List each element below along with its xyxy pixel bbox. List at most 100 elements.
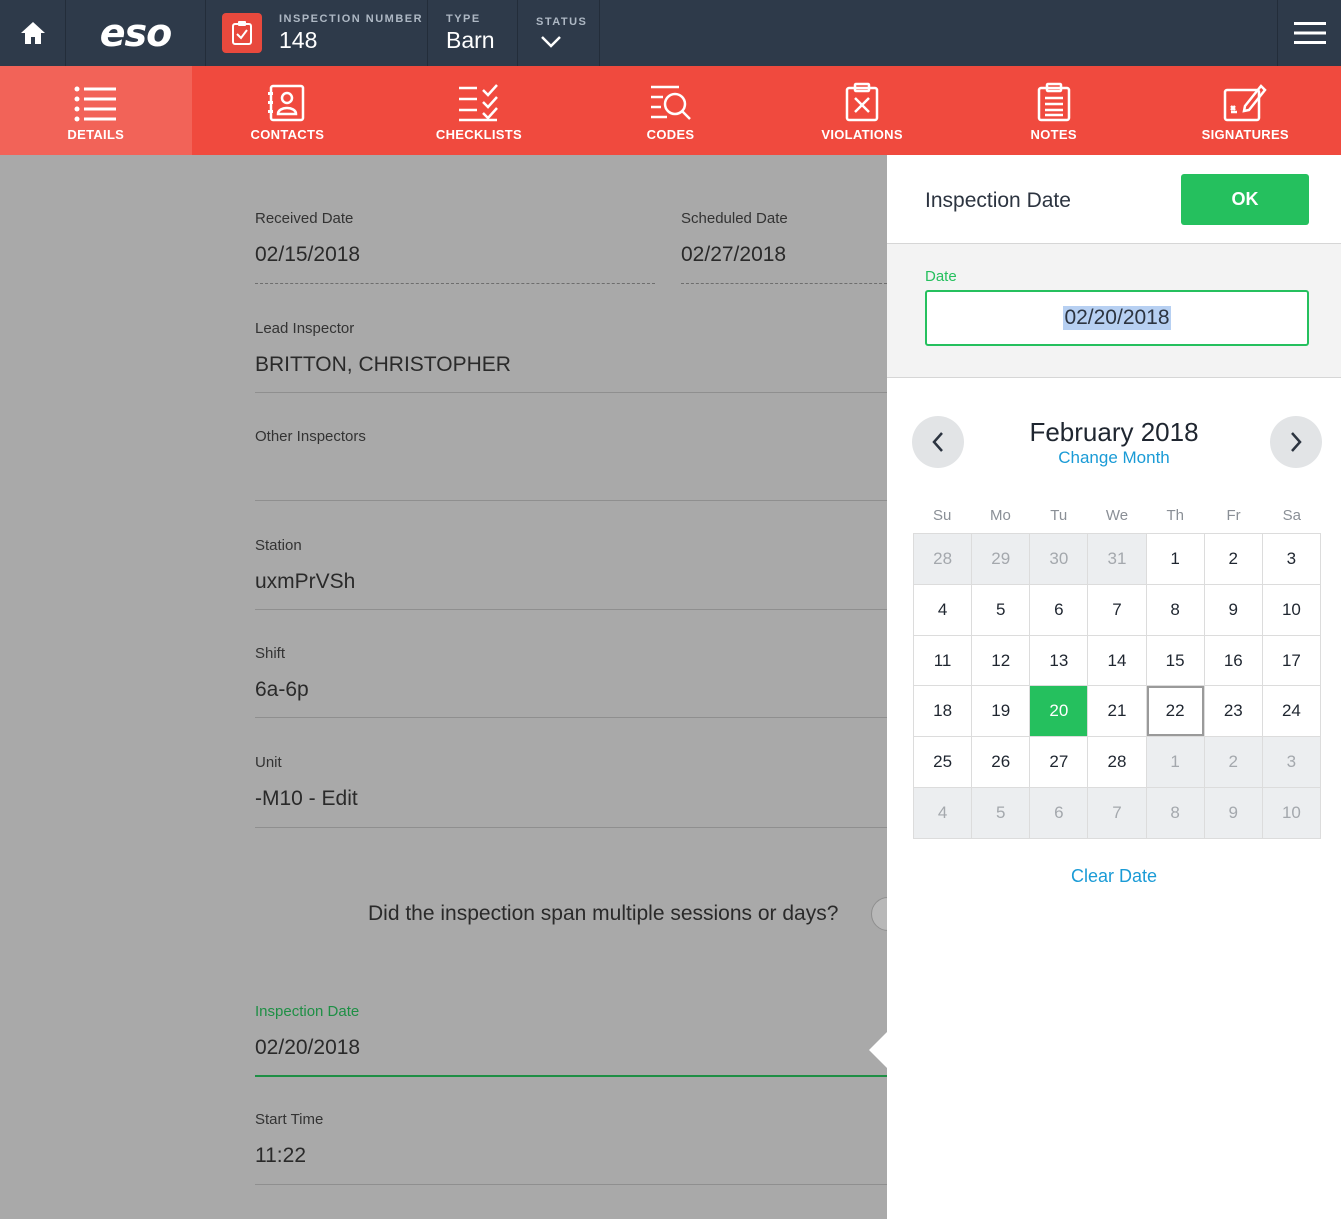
start-time-value: 11:22 xyxy=(255,1144,306,1167)
tab-codes[interactable]: CODES xyxy=(575,66,767,155)
calendar-day[interactable]: 3 xyxy=(1262,737,1321,789)
calendar-day[interactable]: 14 xyxy=(1088,635,1147,687)
weekday-header: Su Mo Tu We Th Fr Sa xyxy=(913,507,1321,524)
calendar-day[interactable]: 28 xyxy=(914,534,973,585)
calendar-day[interactable]: 2 xyxy=(1204,737,1263,789)
calendar-day[interactable]: 6 xyxy=(1030,788,1089,839)
calendar-day[interactable]: 6 xyxy=(1030,584,1089,636)
calendar-day[interactable]: 2 xyxy=(1204,534,1263,585)
shift-field[interactable]: Shift 6a-6p xyxy=(255,645,309,702)
calendar-day[interactable]: 7 xyxy=(1088,788,1147,839)
calendar-day[interactable]: 12 xyxy=(972,635,1031,687)
calendar-day[interactable]: 7 xyxy=(1088,584,1147,636)
clipboard-x-icon xyxy=(845,82,879,122)
type-label: TYPE xyxy=(446,12,481,25)
signature-icon xyxy=(1224,84,1267,122)
clear-date-link[interactable]: Clear Date xyxy=(887,866,1341,887)
calendar-day[interactable]: 5 xyxy=(972,584,1031,636)
calendar-day[interactable]: 15 xyxy=(1146,635,1205,687)
next-month-button[interactable] xyxy=(1270,416,1322,468)
calendar-day[interactable]: 10 xyxy=(1262,584,1321,636)
inspection-number-section: INSPECTION NUMBER 148 xyxy=(206,0,428,66)
station-label: Station xyxy=(255,537,302,554)
calendar-day[interactable]: 10 xyxy=(1262,788,1321,839)
calendar-day[interactable]: 26 xyxy=(972,737,1031,789)
tab-checklists-label: CHECKLISTS xyxy=(435,127,522,142)
calendar-day[interactable]: 8 xyxy=(1146,788,1205,839)
popover-pointer xyxy=(869,1032,887,1068)
calendar-day[interactable]: 30 xyxy=(1030,534,1089,585)
calendar-day[interactable]: 11 xyxy=(914,635,973,687)
date-picker-panel: Inspection Date OK Date 02/20/2018 Febru… xyxy=(887,155,1341,1219)
calendar-day[interactable]: 24 xyxy=(1262,686,1321,738)
lead-inspector-value: BRITTON, CHRISTOPHER xyxy=(255,353,511,376)
calendar-day[interactable]: 9 xyxy=(1204,788,1263,839)
calendar-day[interactable]: 21 xyxy=(1088,686,1147,738)
start-time-field[interactable]: Start Time 11:22 xyxy=(255,1111,323,1168)
calendar-day[interactable]: 16 xyxy=(1204,635,1263,687)
chevron-right-icon xyxy=(1291,432,1302,452)
calendar-day[interactable]: 18 xyxy=(914,686,973,738)
menu-button[interactable] xyxy=(1278,0,1341,66)
calendar-day[interactable]: 9 xyxy=(1204,584,1263,636)
calendar-day-today[interactable]: 22 xyxy=(1146,686,1205,738)
calendar-day[interactable]: 19 xyxy=(972,686,1031,738)
weekday-label: Tu xyxy=(1050,507,1068,524)
calendar-day-selected[interactable]: 20 xyxy=(1030,686,1089,738)
home-button[interactable] xyxy=(0,0,66,66)
inspection-date-label: Inspection Date xyxy=(255,1003,360,1020)
calendar-day[interactable]: 5 xyxy=(972,788,1031,839)
calendar-day[interactable]: 4 xyxy=(914,584,973,636)
station-field[interactable]: Station uxmPrVSh xyxy=(255,537,355,594)
calendar-grid: 28 29 30 31 1 2 3 4 5 6 7 8 9 10 11 12 13 14 15 16 17 18 19 20 2… xyxy=(913,533,1321,839)
inspection-number-label: INSPECTION NUMBER xyxy=(279,12,424,25)
tab-contacts-label: CONTACTS xyxy=(250,127,325,142)
ok-button[interactable]: OK xyxy=(1181,174,1309,225)
tab-notes-label: NOTES xyxy=(1030,127,1077,142)
calendar-day[interactable]: 29 xyxy=(972,534,1031,585)
calendar-day[interactable]: 3 xyxy=(1262,534,1321,585)
unit-field[interactable]: Unit -M10 - Edit xyxy=(255,754,358,811)
inspection-date-field[interactable]: Inspection Date 02/20/2018 xyxy=(255,1003,360,1060)
search-list-icon xyxy=(650,85,691,120)
tab-signatures[interactable]: SIGNATURES xyxy=(1149,66,1341,155)
calendar-day[interactable]: 25 xyxy=(914,737,973,789)
other-inspectors-field[interactable]: Other Inspectors xyxy=(255,428,366,461)
calendar-day[interactable]: 17 xyxy=(1262,635,1321,687)
inspection-clipboard-icon xyxy=(222,13,262,53)
status-dropdown[interactable]: STATUS xyxy=(518,0,600,66)
tab-notes[interactable]: NOTES xyxy=(958,66,1150,155)
calendar-day[interactable]: 13 xyxy=(1030,635,1089,687)
calendar-day[interactable]: 1 xyxy=(1146,534,1205,585)
inspection-number: 148 xyxy=(279,26,318,53)
clipboard-notes-icon xyxy=(1037,82,1070,122)
lead-inspector-field[interactable]: Lead Inspector BRITTON, CHRISTOPHER xyxy=(255,320,511,377)
received-date-field[interactable]: Received Date 02/15/2018 xyxy=(255,210,360,267)
calendar-day[interactable]: 23 xyxy=(1204,686,1263,738)
tab-contacts[interactable]: CONTACTS xyxy=(192,66,384,155)
calendar-day[interactable]: 31 xyxy=(1088,534,1147,585)
calendar-day[interactable]: 28 xyxy=(1088,737,1147,789)
multi-session-question: Did the inspection span multiple session… xyxy=(368,902,839,925)
tab-violations-label: VIOLATIONS xyxy=(821,127,903,142)
eso-logo: eso xyxy=(66,0,206,66)
hamburger-menu-icon xyxy=(1293,22,1326,44)
date-input[interactable]: 02/20/2018 xyxy=(925,290,1309,346)
scheduled-date-value: 02/27/2018 xyxy=(681,243,787,266)
chevron-down-icon xyxy=(541,36,561,48)
inspection-date-value: 02/20/2018 xyxy=(255,1036,361,1059)
details-form: Received Date 02/15/2018 Scheduled Date … xyxy=(0,155,887,1219)
calendar-day[interactable]: 4 xyxy=(914,788,973,839)
tab-violations[interactable]: VIOLATIONS xyxy=(766,66,958,155)
calendar-day[interactable]: 1 xyxy=(1146,737,1205,789)
start-time-label: Start Time xyxy=(255,1111,324,1128)
lead-inspector-label: Lead Inspector xyxy=(255,320,355,337)
station-value: uxmPrVSh xyxy=(255,570,356,593)
calendar-day[interactable]: 8 xyxy=(1146,584,1205,636)
weekday-label: We xyxy=(1105,507,1129,524)
scheduled-date-field[interactable]: Scheduled Date 02/27/2018 xyxy=(681,210,788,267)
scheduled-date-label: Scheduled Date xyxy=(681,210,788,227)
tab-details[interactable]: DETAILS xyxy=(0,66,192,155)
calendar-day[interactable]: 27 xyxy=(1030,737,1089,789)
tab-checklists[interactable]: CHECKLISTS xyxy=(383,66,575,155)
